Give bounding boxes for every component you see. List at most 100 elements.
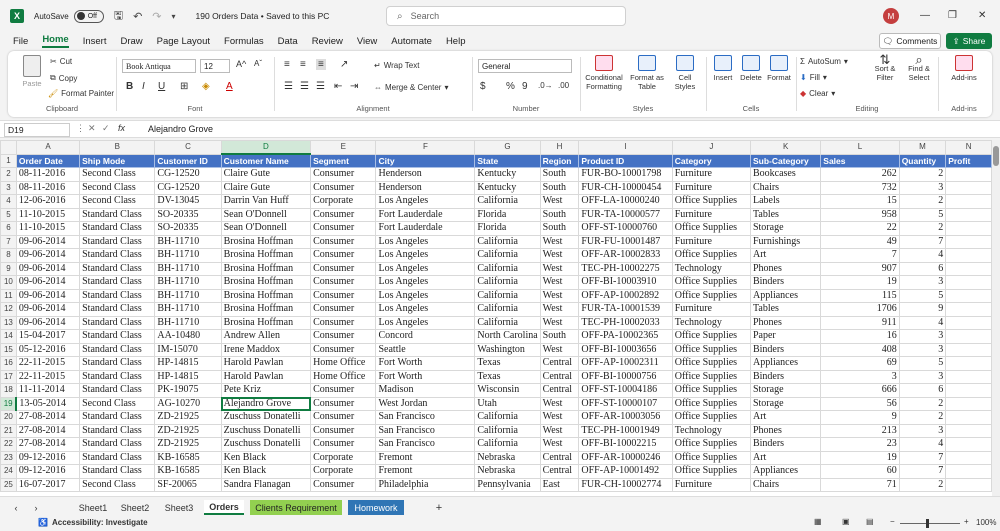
cell[interactable]: Washington: [474, 342, 541, 357]
next-sheet-icon[interactable]: ›: [30, 500, 42, 515]
cell[interactable]: Storage: [749, 383, 822, 398]
insert-function-button[interactable]: fx: [118, 123, 125, 133]
minimize-icon[interactable]: —: [920, 10, 930, 21]
cell[interactable]: Appliances: [749, 288, 822, 303]
accessibility-status[interactable]: Accessibility: Investigate: [52, 518, 148, 527]
cell[interactable]: 08-11-2016: [15, 167, 81, 182]
menu-tab-file[interactable]: File: [13, 36, 28, 47]
formula-input[interactable]: Alejandro Grove: [148, 124, 213, 134]
cell[interactable]: Consumer: [310, 221, 377, 236]
currency-button[interactable]: $: [480, 81, 486, 92]
cell[interactable]: 3: [898, 423, 947, 438]
cell[interactable]: 666: [820, 383, 900, 398]
cell[interactable]: Standard Class: [79, 383, 156, 398]
column-header[interactable]: J: [671, 140, 751, 155]
cell[interactable]: 6: [898, 261, 947, 276]
cell[interactable]: OFF-AP-10002311: [578, 356, 673, 371]
zoom-level[interactable]: 100%: [976, 518, 996, 527]
row-header[interactable]: 25: [0, 477, 17, 492]
increase-indent-icon[interactable]: ⇥: [350, 81, 358, 92]
cell[interactable]: AG-10270: [154, 396, 222, 411]
cell[interactable]: 9: [898, 302, 947, 317]
cell[interactable]: Office Supplies: [671, 342, 751, 357]
cell[interactable]: OFF-AR-10000246: [578, 450, 673, 465]
redo-icon[interactable]: ↷: [152, 10, 161, 23]
cell[interactable]: Zuschuss Donatelli: [220, 423, 312, 438]
cell[interactable]: Consumer: [310, 275, 377, 290]
cell[interactable]: 71: [820, 477, 900, 492]
cell[interactable]: Furniture: [671, 477, 751, 492]
cell[interactable]: Florida: [474, 207, 541, 222]
cell[interactable]: FUR-TA-10001539: [578, 302, 673, 317]
cell[interactable]: Standard Class: [79, 356, 156, 371]
cell[interactable]: [945, 410, 992, 425]
header-cell[interactable]: City: [375, 153, 476, 168]
cell[interactable]: Appliances: [749, 464, 822, 479]
cell[interactable]: Second Class: [79, 167, 156, 182]
cell[interactable]: Art: [749, 248, 822, 263]
row-header[interactable]: 7: [0, 234, 17, 249]
cell[interactable]: 09-06-2014: [15, 275, 81, 290]
cell[interactable]: Office Supplies: [671, 221, 751, 236]
cell-grid[interactable]: ABCDEFGHIJKLMN 1 Order Date Ship Mode Custo…: [0, 140, 992, 492]
header-cell[interactable]: Sales: [820, 153, 900, 168]
cell[interactable]: FUR-FU-10001487: [578, 234, 673, 249]
cell[interactable]: BH-11710: [154, 315, 222, 330]
cell[interactable]: 3: [820, 369, 900, 384]
cell[interactable]: 3: [898, 369, 947, 384]
header-cell[interactable]: Quantity: [898, 153, 947, 168]
worksheet[interactable]: ABCDEFGHIJKLMN 1 Order Date Ship Mode Custo…: [0, 140, 992, 496]
cell[interactable]: Furniture: [671, 180, 751, 195]
cell[interactable]: BH-11710: [154, 234, 222, 249]
menu-tab-review[interactable]: Review: [312, 36, 343, 47]
cell[interactable]: Office Supplies: [671, 464, 751, 479]
cell[interactable]: Harold Pawlan: [220, 356, 312, 371]
cell[interactable]: Consumer: [310, 477, 377, 492]
cell[interactable]: Corporate: [310, 450, 377, 465]
cell[interactable]: Office Supplies: [671, 248, 751, 263]
font-color-icon[interactable]: A: [226, 81, 233, 92]
cell[interactable]: 09-12-2016: [15, 464, 81, 479]
cell[interactable]: Consumer: [310, 302, 377, 317]
cell[interactable]: 3: [898, 329, 947, 344]
cell[interactable]: Phones: [749, 315, 822, 330]
cell[interactable]: OFF-ST-10004186: [578, 383, 673, 398]
cell[interactable]: HP-14815: [154, 369, 222, 384]
cell[interactable]: Brosina Hoffman: [220, 315, 312, 330]
cell[interactable]: Consumer: [310, 396, 377, 411]
fill-color-icon[interactable]: ◈: [202, 81, 210, 92]
cell[interactable]: 11-10-2015: [15, 207, 81, 222]
cell[interactable]: Central: [539, 464, 580, 479]
menu-tab-help[interactable]: Help: [446, 36, 466, 47]
cell[interactable]: Consumer: [310, 248, 377, 263]
cell[interactable]: 27-08-2014: [15, 410, 81, 425]
cell[interactable]: Sean O'Donnell: [220, 207, 312, 222]
cell[interactable]: Philadelphia: [375, 477, 476, 492]
cell[interactable]: 09-06-2014: [15, 288, 81, 303]
cell[interactable]: 262: [820, 167, 900, 182]
page-break-icon[interactable]: ▤: [866, 517, 874, 526]
cell[interactable]: 7: [898, 450, 947, 465]
cell[interactable]: Los Angeles: [375, 288, 476, 303]
cell[interactable]: Sean O'Donnell: [220, 221, 312, 236]
font-name-select[interactable]: Book Antiqua: [122, 59, 196, 73]
cell[interactable]: Bookcases: [749, 167, 822, 182]
cell[interactable]: California: [474, 234, 541, 249]
cell[interactable]: CG-12520: [154, 180, 222, 195]
row-header[interactable]: 14: [0, 329, 17, 344]
insert-cells-button[interactable]: Insert: [708, 55, 738, 82]
cell[interactable]: South: [539, 329, 580, 344]
cell[interactable]: West: [539, 288, 580, 303]
cell[interactable]: Concord: [375, 329, 476, 344]
merge-center-button[interactable]: ⇔ Merge & Center ▾: [374, 83, 448, 92]
cell[interactable]: Seattle: [375, 342, 476, 357]
cell[interactable]: 19: [820, 275, 900, 290]
cell[interactable]: North Carolina: [474, 329, 541, 344]
cell[interactable]: 09-06-2014: [15, 302, 81, 317]
cell[interactable]: West: [539, 423, 580, 438]
cell[interactable]: California: [474, 288, 541, 303]
cell[interactable]: 22-11-2015: [15, 369, 81, 384]
menu-tab-view[interactable]: View: [357, 36, 377, 47]
wrap-text-button[interactable]: ↵ Wrap Text: [374, 61, 419, 70]
cell[interactable]: Sandra Flanagan: [220, 477, 312, 492]
